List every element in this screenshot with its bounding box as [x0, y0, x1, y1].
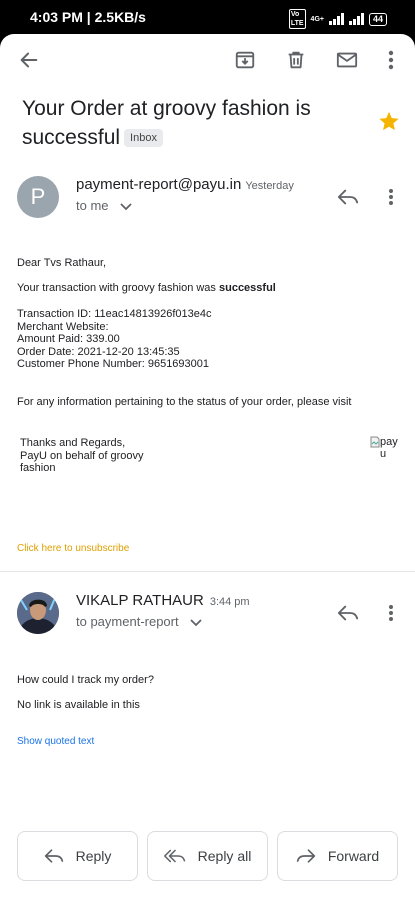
reply-icon-button[interactable]	[328, 177, 368, 217]
recipient-label: to me	[76, 198, 109, 213]
subject-text: Your Order at groovy fashion is successf…	[22, 97, 311, 149]
sender-name[interactable]: payment-report@payu.in Yesterday	[76, 176, 294, 193]
email-screen: Your Order at groovy fashion is successf…	[0, 34, 415, 899]
more-vertical-icon	[389, 605, 393, 621]
signature-line: Thanks and Regards,	[20, 437, 126, 449]
broken-image-icon	[370, 436, 380, 448]
reply-all-label: Reply all	[197, 848, 252, 864]
reply-icon-button[interactable]	[328, 593, 368, 633]
message-time: Yesterday	[245, 180, 294, 192]
more-options-button[interactable]	[371, 40, 411, 80]
reply-icon	[44, 849, 63, 863]
more-vertical-icon	[388, 50, 394, 70]
detail-line: Amount Paid: 339.00	[17, 333, 120, 345]
signature-line: PayU on behalf of groovy	[20, 449, 144, 462]
reply-label: Reply	[75, 848, 112, 864]
message-divider	[0, 571, 415, 572]
transaction-details: Transaction ID: 11eac14813926f013e4c Mer…	[17, 308, 211, 371]
email-subject: Your Order at groovy fashion is successf…	[22, 94, 352, 152]
trash-icon	[288, 51, 304, 69]
forward-button[interactable]: Forward	[277, 831, 398, 881]
delete-button[interactable]	[276, 40, 316, 80]
reply-icon	[337, 605, 359, 621]
signal-icon	[328, 13, 344, 25]
recipient-label: to payment-report	[76, 614, 179, 629]
signature-line: fashion	[20, 462, 56, 474]
reply-button[interactable]: Reply	[17, 831, 138, 881]
arrow-left-icon	[20, 52, 38, 68]
reply-all-icon	[163, 849, 185, 863]
network-type: 4G+	[310, 15, 324, 23]
battery-icon: 44	[368, 12, 387, 26]
reply-all-button[interactable]: Reply all	[147, 831, 268, 881]
archive-button[interactable]	[225, 40, 265, 80]
detail-line: Customer Phone Number: 9651693001	[17, 358, 210, 370]
message-more-button[interactable]	[371, 177, 411, 217]
detail-line: Order Date: 2021-12-20 13:45:35	[17, 345, 180, 358]
status-line-bold: successful	[218, 282, 276, 294]
status-time: 4:03 PM | 2.5KB/s	[30, 9, 146, 25]
volte-icon: Vo LTE	[288, 9, 306, 29]
forward-label: Forward	[327, 848, 380, 864]
status-line-text: Your transaction with groovy fashion was	[17, 282, 219, 294]
status-bar: 4:03 PM | 2.5KB/s Vo LTE 4G+ 44	[0, 0, 415, 34]
greeting: Dear Tvs Rathaur,	[17, 257, 107, 269]
detail-line: Merchant Website:	[17, 320, 109, 333]
message-line: No link is available in this	[17, 699, 140, 711]
profile-photo	[17, 592, 59, 634]
recipient-toggle[interactable]: to me	[76, 198, 132, 213]
recipient-toggle[interactable]: to payment-report	[76, 614, 202, 629]
inbox-label[interactable]: Inbox	[124, 129, 163, 147]
unsubscribe-link[interactable]: Click here to unsubscribe	[17, 543, 129, 554]
back-button[interactable]	[9, 40, 49, 80]
avatar[interactable]	[17, 592, 59, 634]
star-icon[interactable]	[378, 110, 400, 132]
info-line: For any information pertaining to the st…	[17, 396, 352, 408]
image-alt-text: payu	[380, 436, 398, 460]
sender-label: VIKALP RATHAUR	[76, 592, 204, 609]
toolbar	[0, 34, 415, 88]
chevron-down-icon	[190, 619, 202, 627]
mark-unread-button[interactable]	[327, 40, 367, 80]
broken-image: payu	[370, 436, 400, 460]
sender-name[interactable]: VIKALP RATHAUR 3:44 pm	[76, 592, 250, 609]
sender-email: payment-report@payu.in	[76, 176, 242, 193]
reply-icon	[337, 189, 359, 205]
forward-icon	[296, 849, 315, 863]
more-vertical-icon	[389, 189, 393, 205]
signature: Thanks and Regards, PayU on behalf of gr…	[20, 437, 144, 475]
show-quoted-text-link[interactable]: Show quoted text	[17, 736, 94, 747]
detail-line: Transaction ID: 11eac14813926f013e4c	[17, 308, 212, 320]
status-line: Your transaction with groovy fashion was…	[17, 282, 276, 295]
archive-icon	[235, 51, 255, 69]
chevron-down-icon	[120, 203, 132, 211]
signal-icon-2	[348, 13, 364, 25]
sender-avatar[interactable]: P	[17, 176, 59, 218]
message-more-button[interactable]	[371, 593, 411, 633]
mail-icon	[336, 52, 358, 68]
message-line: How could I track my order?	[17, 674, 154, 686]
message-time: 3:44 pm	[209, 596, 250, 608]
status-icons: Vo LTE 4G+ 44	[288, 9, 387, 29]
